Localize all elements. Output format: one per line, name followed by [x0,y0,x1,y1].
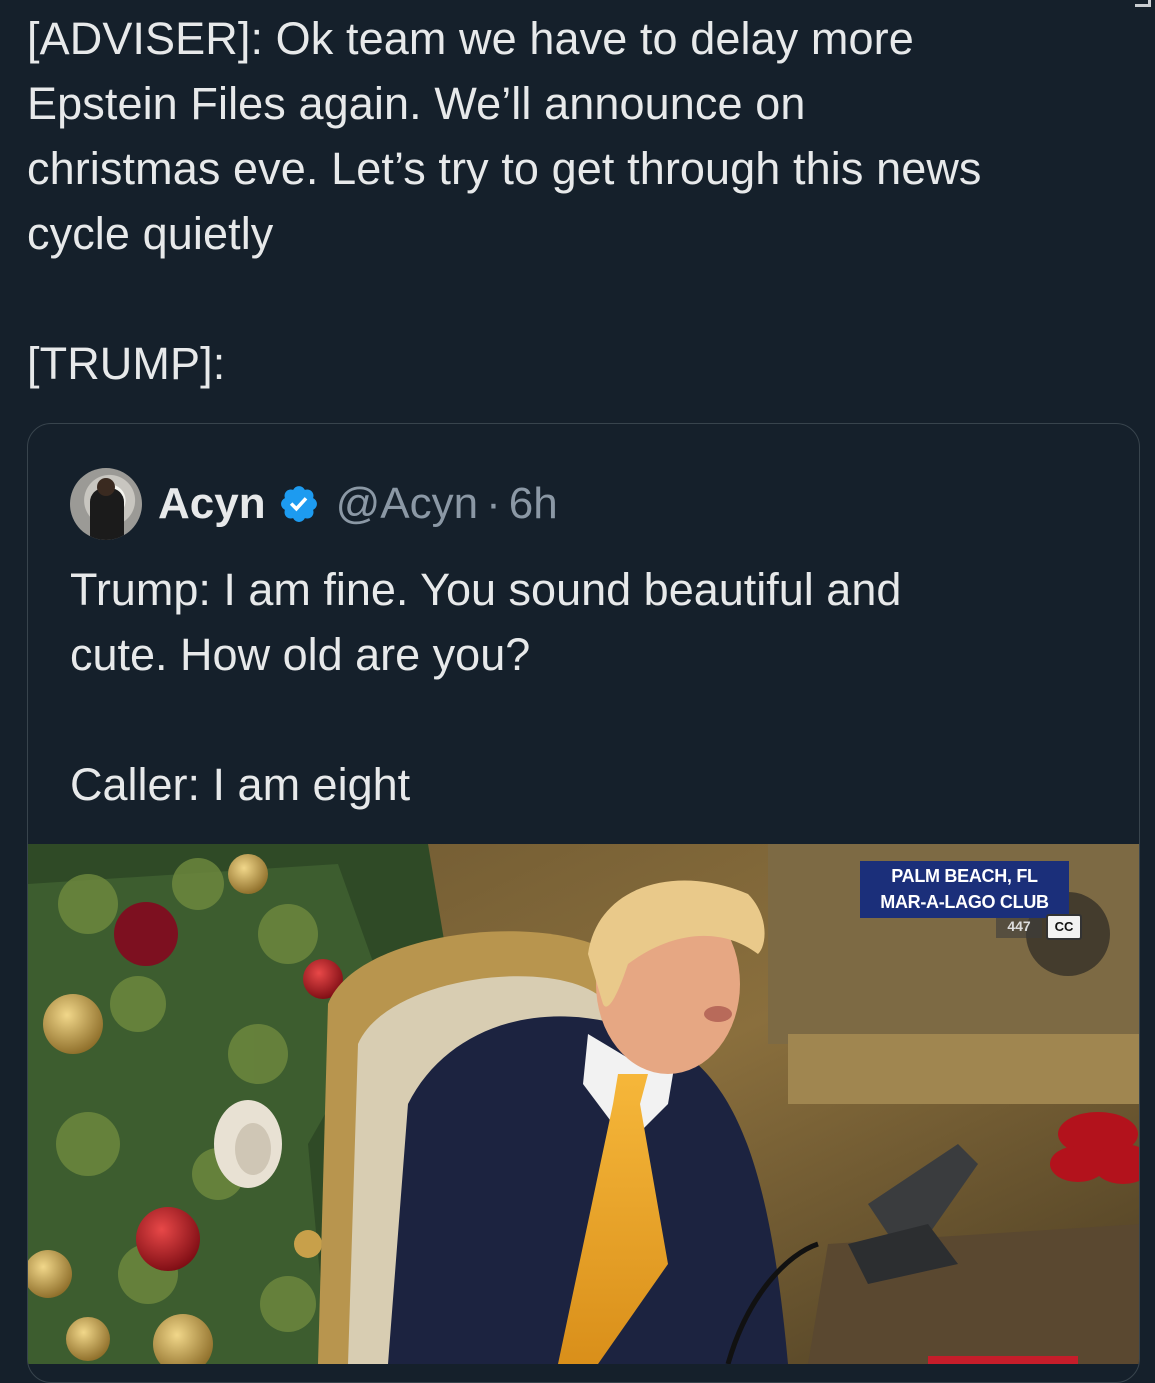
quoted-tweet-header: Acyn @Acyn · 6h [70,467,558,541]
location-banner: PALM BEACH, FL MAR-A-LAGO CLUB [860,861,1069,918]
verified-badge-icon [280,486,317,522]
video-frame [28,844,1139,1364]
location-line-2: MAR-A-LAGO CLUB [880,892,1049,912]
quoted-tweet-text: Trump: I am fine. You sound beautiful an… [70,564,902,810]
channel-bug: 447 [996,918,1042,938]
timestamp[interactable]: 6h [509,479,558,529]
tweet-text: [ADVISER]: Ok team we have to delay more… [27,13,982,389]
author-handle[interactable]: @Acyn [336,479,478,529]
separator-dot: · [486,479,501,528]
quoted-tweet-card[interactable]: Acyn @Acyn · 6h Trump: I am fine. You so… [27,423,1140,1383]
author-name[interactable]: Acyn [158,479,266,529]
location-line-1: PALM BEACH, FL [891,866,1038,886]
video-player[interactable]: PALM BEACH, FL MAR-A-LAGO CLUB 447 CC [28,844,1139,1364]
closed-captions-button[interactable]: CC [1046,914,1082,940]
avatar[interactable] [70,468,142,540]
